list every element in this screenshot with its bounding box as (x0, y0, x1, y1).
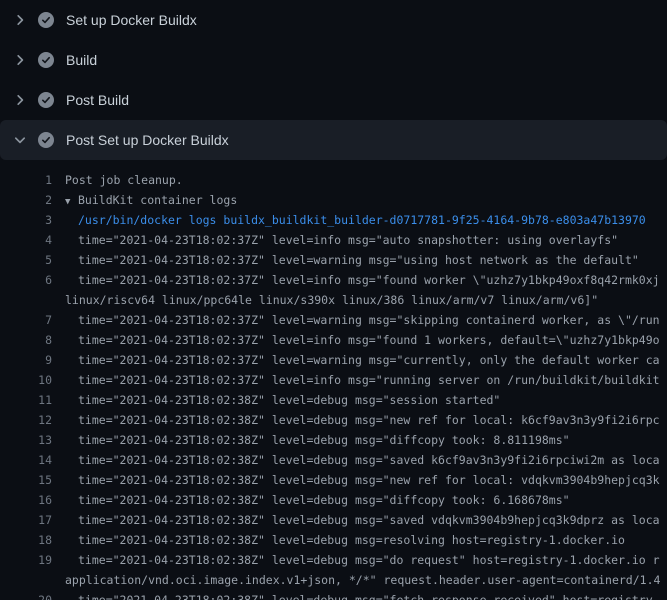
log-line: 18 time="2021-04-23T18:02:38Z" level=debu… (0, 530, 667, 550)
log-line: 20 time="2021-04-23T18:02:38Z" level=debu… (0, 590, 667, 600)
log-line-continuation: linux/riscv64 linux/ppc64le linux/s390x … (0, 290, 667, 310)
step-row-post-set-up-docker-buildx[interactable]: Post Set up Docker Buildx (0, 120, 667, 160)
log-line: 3/usr/bin/docker logs buildx_buildkit_bu… (0, 210, 667, 230)
step-row-post-build[interactable]: Post Build (0, 80, 667, 120)
step-row-set-up-docker-buildx[interactable]: Set up Docker Buildx (0, 0, 667, 40)
log-text: time="2021-04-23T18:02:38Z" level=debug … (78, 450, 660, 470)
workflow-log-viewer: Set up Docker Buildx Build Post Build Post … (0, 0, 667, 600)
check-circle-icon (38, 132, 54, 148)
log-text: time="2021-04-23T18:02:38Z" level=debug … (78, 470, 660, 490)
line-number[interactable]: 5 (0, 250, 52, 270)
line-number[interactable]: 7 (0, 310, 52, 330)
line-number[interactable]: 19 (0, 550, 52, 570)
line-number[interactable]: 1 (0, 170, 52, 190)
log-text: linux/riscv64 linux/ppc64le linux/s390x … (65, 290, 598, 310)
log-text: time="2021-04-23T18:02:38Z" level=debug … (78, 550, 660, 570)
step-label: Set up Docker Buildx (66, 12, 197, 28)
line-number[interactable]: 14 (0, 450, 52, 470)
line-number[interactable]: 4 (0, 230, 52, 250)
log-line: 7 time="2021-04-23T18:02:37Z" level=warni… (0, 310, 667, 330)
group-title: BuildKit container logs (78, 193, 237, 207)
log-text: time="2021-04-23T18:02:38Z" level=debug … (78, 430, 570, 450)
line-number[interactable]: 16 (0, 490, 52, 510)
line-number[interactable]: 13 (0, 430, 52, 450)
line-number[interactable]: 15 (0, 470, 52, 490)
line-number[interactable]: 9 (0, 350, 52, 370)
log-line: 2 ▼BuildKit container logs (0, 190, 667, 210)
line-number[interactable]: 11 (0, 390, 52, 410)
check-circle-icon (38, 12, 54, 28)
log-text: time="2021-04-23T18:02:37Z" level=warnin… (78, 350, 660, 370)
log-line: 15 time="2021-04-23T18:02:38Z" level=debu… (0, 470, 667, 490)
step-label: Build (66, 52, 97, 68)
log-text: time="2021-04-23T18:02:37Z" level=info m… (78, 370, 660, 390)
log-text: time="2021-04-23T18:02:38Z" level=debug … (78, 410, 660, 430)
line-number (0, 290, 52, 310)
step-list: Set up Docker Buildx Build Post Build Post … (0, 0, 667, 160)
chevron-right-icon[interactable] (12, 92, 28, 108)
log-text: time="2021-04-23T18:02:38Z" level=debug … (78, 590, 660, 600)
log-line: 17 time="2021-04-23T18:02:38Z" level=debu… (0, 510, 667, 530)
log-line: 5 time="2021-04-23T18:02:37Z" level=warni… (0, 250, 667, 270)
log-text: Post job cleanup. (65, 170, 183, 190)
log-text: time="2021-04-23T18:02:37Z" level=info m… (78, 330, 660, 350)
chevron-right-icon[interactable] (12, 52, 28, 68)
log-text: application/vnd.oci.image.index.v1+json,… (65, 570, 660, 590)
step-label: Post Build (66, 92, 129, 108)
log-text: time="2021-04-23T18:02:37Z" level=warnin… (78, 310, 660, 330)
check-circle-icon (38, 52, 54, 68)
line-number[interactable]: 18 (0, 530, 52, 550)
log-line: 13 time="2021-04-23T18:02:38Z" level=debu… (0, 430, 667, 450)
line-number (0, 570, 52, 590)
check-circle-icon (38, 92, 54, 108)
log-pane: 1 Post job cleanup. 2 ▼BuildKit container l… (0, 160, 667, 600)
line-number[interactable]: 10 (0, 370, 52, 390)
log-group-toggle[interactable]: ▼BuildKit container logs (65, 190, 237, 210)
log-line: 6 time="2021-04-23T18:02:37Z" level=info … (0, 270, 667, 290)
log-line: 12 time="2021-04-23T18:02:38Z" level=debu… (0, 410, 667, 430)
chevron-down-icon[interactable] (12, 132, 28, 148)
log-text: time="2021-04-23T18:02:38Z" level=debug … (78, 390, 500, 410)
log-line: 10 time="2021-04-23T18:02:37Z" level=info… (0, 370, 667, 390)
log-text: time="2021-04-23T18:02:38Z" level=debug … (78, 490, 570, 510)
step-label: Post Set up Docker Buildx (66, 132, 229, 148)
line-number[interactable]: 12 (0, 410, 52, 430)
log-line: 11 time="2021-04-23T18:02:38Z" level=debu… (0, 390, 667, 410)
log-text: time="2021-04-23T18:02:37Z" level=info m… (78, 270, 660, 290)
log-text: time="2021-04-23T18:02:37Z" level=warnin… (78, 250, 639, 270)
line-number[interactable]: 20 (0, 590, 52, 600)
log-line-continuation: application/vnd.oci.image.index.v1+json,… (0, 570, 667, 590)
line-number[interactable]: 8 (0, 330, 52, 350)
log-text: time="2021-04-23T18:02:38Z" level=debug … (78, 530, 625, 550)
chevron-right-icon[interactable] (12, 12, 28, 28)
line-number[interactable]: 2 (0, 190, 52, 210)
log-line: 19 time="2021-04-23T18:02:38Z" level=debu… (0, 550, 667, 570)
log-line: 14 time="2021-04-23T18:02:38Z" level=debu… (0, 450, 667, 470)
log-line: 16 time="2021-04-23T18:02:38Z" level=debu… (0, 490, 667, 510)
group-collapse-arrow-icon[interactable]: ▼ (65, 192, 78, 210)
line-number[interactable]: 3 (0, 210, 52, 230)
log-text: time="2021-04-23T18:02:38Z" level=debug … (78, 510, 660, 530)
log-line: 9 time="2021-04-23T18:02:37Z" level=warni… (0, 350, 667, 370)
log-line: 8 time="2021-04-23T18:02:37Z" level=info … (0, 330, 667, 350)
command-text: /usr/bin/docker logs buildx_buildkit_bui… (78, 210, 646, 230)
log-line: 1 Post job cleanup. (0, 170, 667, 190)
line-number[interactable]: 6 (0, 270, 52, 290)
step-row-build[interactable]: Build (0, 40, 667, 80)
log-text: time="2021-04-23T18:02:37Z" level=info m… (78, 230, 618, 250)
line-number[interactable]: 17 (0, 510, 52, 530)
log-line: 4 time="2021-04-23T18:02:37Z" level=info … (0, 230, 667, 250)
